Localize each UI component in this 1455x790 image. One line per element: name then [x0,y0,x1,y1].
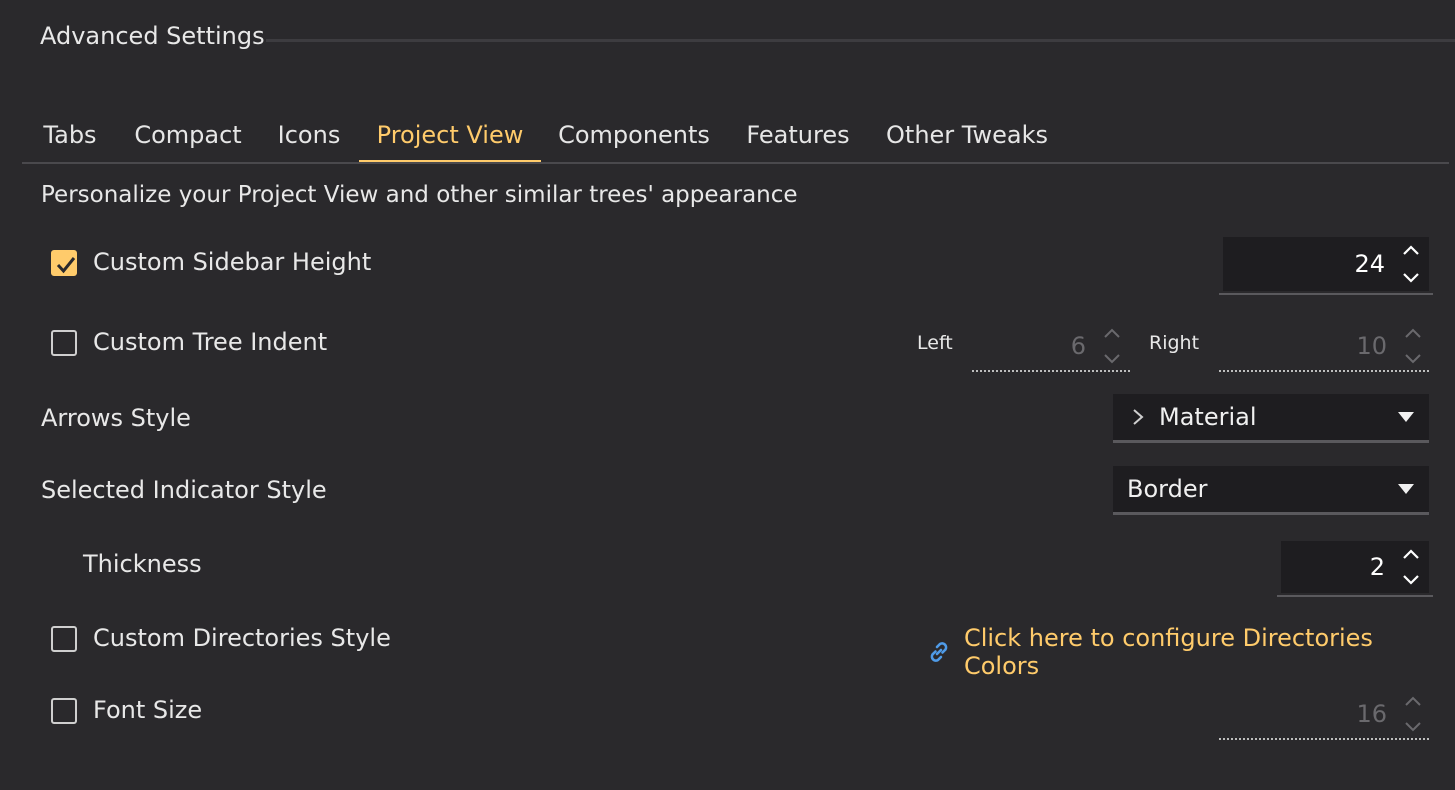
tree-indent-checkbox[interactable] [51,330,77,356]
sidebar-height-value[interactable]: 24 [1354,250,1385,278]
section-title: Advanced Settings [40,22,265,50]
indicator-style-underline [1113,512,1429,515]
tree-indent-left-label: Left [917,332,953,354]
decrement-icon[interactable] [1102,352,1122,366]
tab-bar-divider [22,162,1449,164]
increment-icon[interactable] [1403,694,1423,708]
thickness-label: Thickness [83,550,202,578]
increment-icon[interactable] [1403,326,1423,340]
decrement-icon[interactable] [1401,573,1421,587]
chevron-right-icon [1133,409,1144,425]
configure-directories-link[interactable]: Click here to configure Directories Colo… [926,624,1455,680]
tab-icons[interactable]: Icons [262,108,356,162]
arrows-style-underline [1113,440,1429,443]
font-size-spinner[interactable]: 16 [1219,688,1431,740]
font-size-underline [1219,738,1431,740]
sidebar-height-label: Custom Sidebar Height [93,248,372,276]
increment-icon[interactable] [1401,243,1421,257]
tree-indent-right-value[interactable]: 10 [1356,332,1387,360]
font-size-value[interactable]: 16 [1356,700,1387,728]
thickness-spinner[interactable]: 2 [1277,541,1433,597]
arrows-style-value: Material [1159,403,1257,431]
section-separator [266,39,1455,42]
sidebar-height-underline [1219,293,1433,295]
decrement-icon[interactable] [1401,271,1421,285]
tree-indent-right-spinner[interactable]: 10 [1219,320,1431,372]
tree-indent-label: Custom Tree Indent [93,328,328,356]
thickness-value[interactable]: 2 [1370,553,1385,581]
tab-components[interactable]: Components [546,108,722,162]
directories-style-checkbox[interactable] [51,626,77,652]
arrows-style-dropdown[interactable]: Material [1113,394,1429,443]
arrows-style-label: Arrows Style [41,404,191,432]
decrement-icon[interactable] [1403,720,1423,734]
advanced-settings-panel: Advanced Settings Tabs Compact Icons Pro… [0,0,1455,790]
page-description: Personalize your Project View and other … [41,182,798,208]
indicator-style-label: Selected Indicator Style [41,476,327,504]
font-size-checkbox[interactable] [51,698,77,724]
directories-style-label: Custom Directories Style [93,624,391,652]
tree-indent-left-underline [972,370,1130,372]
tab-project-view[interactable]: Project View [359,108,541,164]
increment-icon[interactable] [1401,547,1421,561]
tab-other-tweaks[interactable]: Other Tweaks [874,108,1060,162]
checkmark-icon [56,257,76,274]
tree-indent-left-value[interactable]: 6 [1071,332,1086,360]
decrement-icon[interactable] [1403,352,1423,366]
indicator-style-value: Border [1127,475,1208,503]
thickness-underline [1277,595,1433,597]
tree-indent-right-underline [1219,370,1431,372]
tab-features[interactable]: Features [734,108,862,162]
sidebar-height-checkbox[interactable] [51,250,77,276]
tree-indent-right-label: Right [1149,332,1200,354]
link-icon [930,642,948,662]
indicator-style-dropdown[interactable]: Border [1113,466,1429,515]
font-size-label: Font Size [93,696,203,724]
increment-icon[interactable] [1102,326,1122,340]
configure-directories-link-text[interactable]: Click here to configure Directories Colo… [964,624,1455,680]
dropdown-arrow-icon [1398,412,1414,422]
tab-tabs[interactable]: Tabs [22,108,118,162]
sidebar-height-field [1223,237,1429,291]
tab-bar: Tabs Compact Icons Project View Componen… [22,108,1449,164]
tree-indent-left-spinner[interactable]: 6 [972,320,1130,372]
sidebar-height-spinner[interactable]: 24 [1219,237,1433,295]
dropdown-arrow-icon [1398,484,1414,494]
tab-compact[interactable]: Compact [122,108,254,162]
